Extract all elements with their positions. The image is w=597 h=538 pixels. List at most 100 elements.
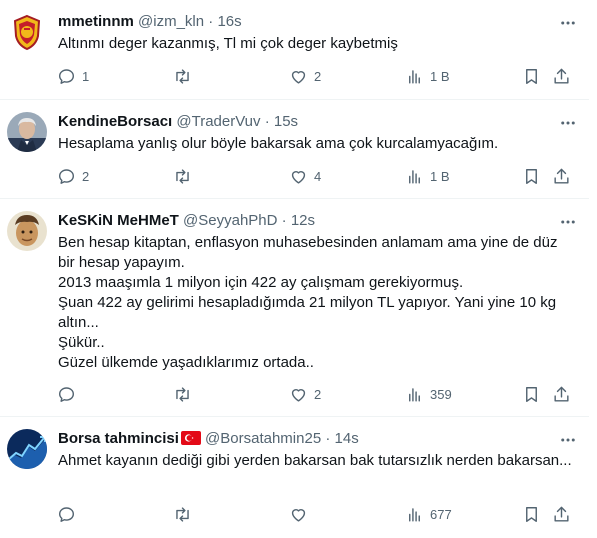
separator-dot: ·	[264, 113, 270, 130]
tweet-text: Hesaplama yanlış olur böyle bakarsak ama…	[58, 135, 499, 152]
timestamp[interactable]: 12s	[291, 212, 315, 229]
user-avatar-icon	[7, 429, 47, 469]
share-button[interactable]	[552, 61, 571, 91]
separator-dot: ·	[208, 13, 214, 30]
user-handle[interactable]: @izm_kln	[138, 13, 204, 30]
tweet[interactable]: mmetinnm @izm_kln · 16s Altınmı deger ka…	[0, 0, 589, 100]
reply-count: 1	[82, 68, 90, 84]
bookmark-button[interactable]	[522, 61, 541, 91]
retweet-button[interactable]	[173, 61, 198, 91]
reply-icon	[57, 505, 76, 524]
galatasaray-logo-icon	[7, 12, 47, 52]
views-button[interactable]: 359	[405, 379, 452, 409]
bookmark-button[interactable]	[522, 379, 541, 409]
retweet-button[interactable]	[173, 161, 198, 191]
retweet-icon	[173, 505, 192, 524]
tweet-header: KeSKiN MeHMeT @SeyyahPhD · 12s	[58, 211, 315, 231]
bookmark-icon	[522, 67, 541, 86]
avatar[interactable]	[7, 12, 47, 52]
reply-button[interactable]	[57, 379, 82, 409]
display-name[interactable]: mmetinnm	[58, 13, 134, 30]
retweet-button[interactable]	[173, 499, 198, 529]
user-avatar-icon	[7, 112, 47, 152]
reply-button[interactable]	[57, 499, 82, 529]
user-avatar-icon	[7, 211, 47, 251]
views-icon	[405, 67, 424, 86]
views-count: 359	[430, 386, 452, 402]
tweet-text: Ben hesap kitaptan, enflasyon muhasebesi…	[58, 234, 558, 371]
retweet-icon	[173, 385, 192, 404]
share-icon	[552, 67, 571, 86]
like-icon	[289, 505, 308, 524]
display-name[interactable]: Borsa tahmincisi	[58, 430, 179, 447]
reply-icon	[57, 385, 76, 404]
like-button[interactable]: 4	[289, 161, 321, 191]
display-name[interactable]: KeSKiN MeHMeT	[58, 212, 179, 229]
bookmark-button[interactable]	[522, 499, 541, 529]
views-button[interactable]: 677	[405, 499, 452, 529]
share-icon	[552, 167, 571, 186]
tweet-header: mmetinnm @izm_kln · 16s	[58, 12, 242, 32]
tweet-text: Ahmet kayanın dediği gibi yerden bakarsa…	[58, 452, 572, 469]
like-icon	[289, 167, 308, 186]
tweet-header: KendineBorsacı @TraderVuv · 15s	[58, 112, 298, 132]
like-count: 2	[314, 386, 322, 402]
more-icon[interactable]	[559, 14, 577, 32]
views-count: 1 B	[430, 168, 450, 184]
retweet-button[interactable]	[173, 379, 198, 409]
more-icon[interactable]	[559, 431, 577, 449]
reply-button[interactable]: 2	[57, 161, 89, 191]
like-icon	[289, 67, 308, 86]
bookmark-button[interactable]	[522, 161, 541, 191]
tweet[interactable]: KendineBorsacı @TraderVuv · 15s Hesaplam…	[0, 100, 589, 199]
tweet-header: Borsa tahmincisi @Borsatahmin25 · 14s	[58, 429, 359, 451]
separator-dot: ·	[325, 430, 331, 447]
display-name[interactable]: KendineBorsacı	[58, 113, 172, 130]
retweet-icon	[173, 67, 192, 86]
share-button[interactable]	[552, 499, 571, 529]
tweet[interactable]: Borsa tahmincisi @Borsatahmin25 · 14s Ah…	[0, 417, 589, 538]
user-handle[interactable]: @TraderVuv	[176, 113, 260, 130]
bookmark-icon	[522, 385, 541, 404]
views-icon	[405, 167, 424, 186]
like-button[interactable]: 2	[289, 61, 321, 91]
bookmark-icon	[522, 505, 541, 524]
reply-icon	[57, 67, 76, 86]
like-button[interactable]	[289, 499, 314, 529]
reply-button[interactable]: 1	[57, 61, 89, 91]
turkish-flag-icon	[180, 431, 201, 451]
timestamp[interactable]: 15s	[274, 113, 298, 130]
like-button[interactable]: 2	[289, 379, 321, 409]
views-button[interactable]: 1 B	[405, 161, 450, 191]
avatar[interactable]	[7, 429, 47, 469]
action-bar: 677	[52, 499, 579, 529]
action-bar: 2 4 1 B	[52, 161, 579, 191]
views-button[interactable]: 1 B	[405, 61, 450, 91]
share-icon	[552, 505, 571, 524]
reply-icon	[57, 167, 76, 186]
like-icon	[289, 385, 308, 404]
user-handle[interactable]: @Borsatahmin25	[205, 430, 321, 447]
timestamp[interactable]: 14s	[335, 430, 359, 447]
share-button[interactable]	[552, 161, 571, 191]
action-bar: 1 2 1 B	[52, 61, 579, 91]
action-bar: 2 359	[52, 379, 579, 409]
like-count: 4	[314, 168, 322, 184]
more-icon[interactable]	[559, 114, 577, 132]
tweet[interactable]: KeSKiN MeHMeT @SeyyahPhD · 12s Ben hesap…	[0, 199, 589, 417]
views-count: 677	[430, 506, 452, 522]
avatar[interactable]	[7, 112, 47, 152]
timestamp[interactable]: 16s	[217, 13, 241, 30]
reply-count: 2	[82, 168, 90, 184]
retweet-icon	[173, 167, 192, 186]
share-button[interactable]	[552, 379, 571, 409]
views-icon	[405, 385, 424, 404]
avatar[interactable]	[7, 211, 47, 251]
tweet-text: Altınmı deger kazanmış, Tl mi çok deger …	[58, 35, 398, 52]
bookmark-icon	[522, 167, 541, 186]
more-icon[interactable]	[559, 213, 577, 231]
user-handle[interactable]: @SeyyahPhD	[183, 212, 277, 229]
like-count: 2	[314, 68, 322, 84]
share-icon	[552, 385, 571, 404]
views-count: 1 B	[430, 68, 450, 84]
